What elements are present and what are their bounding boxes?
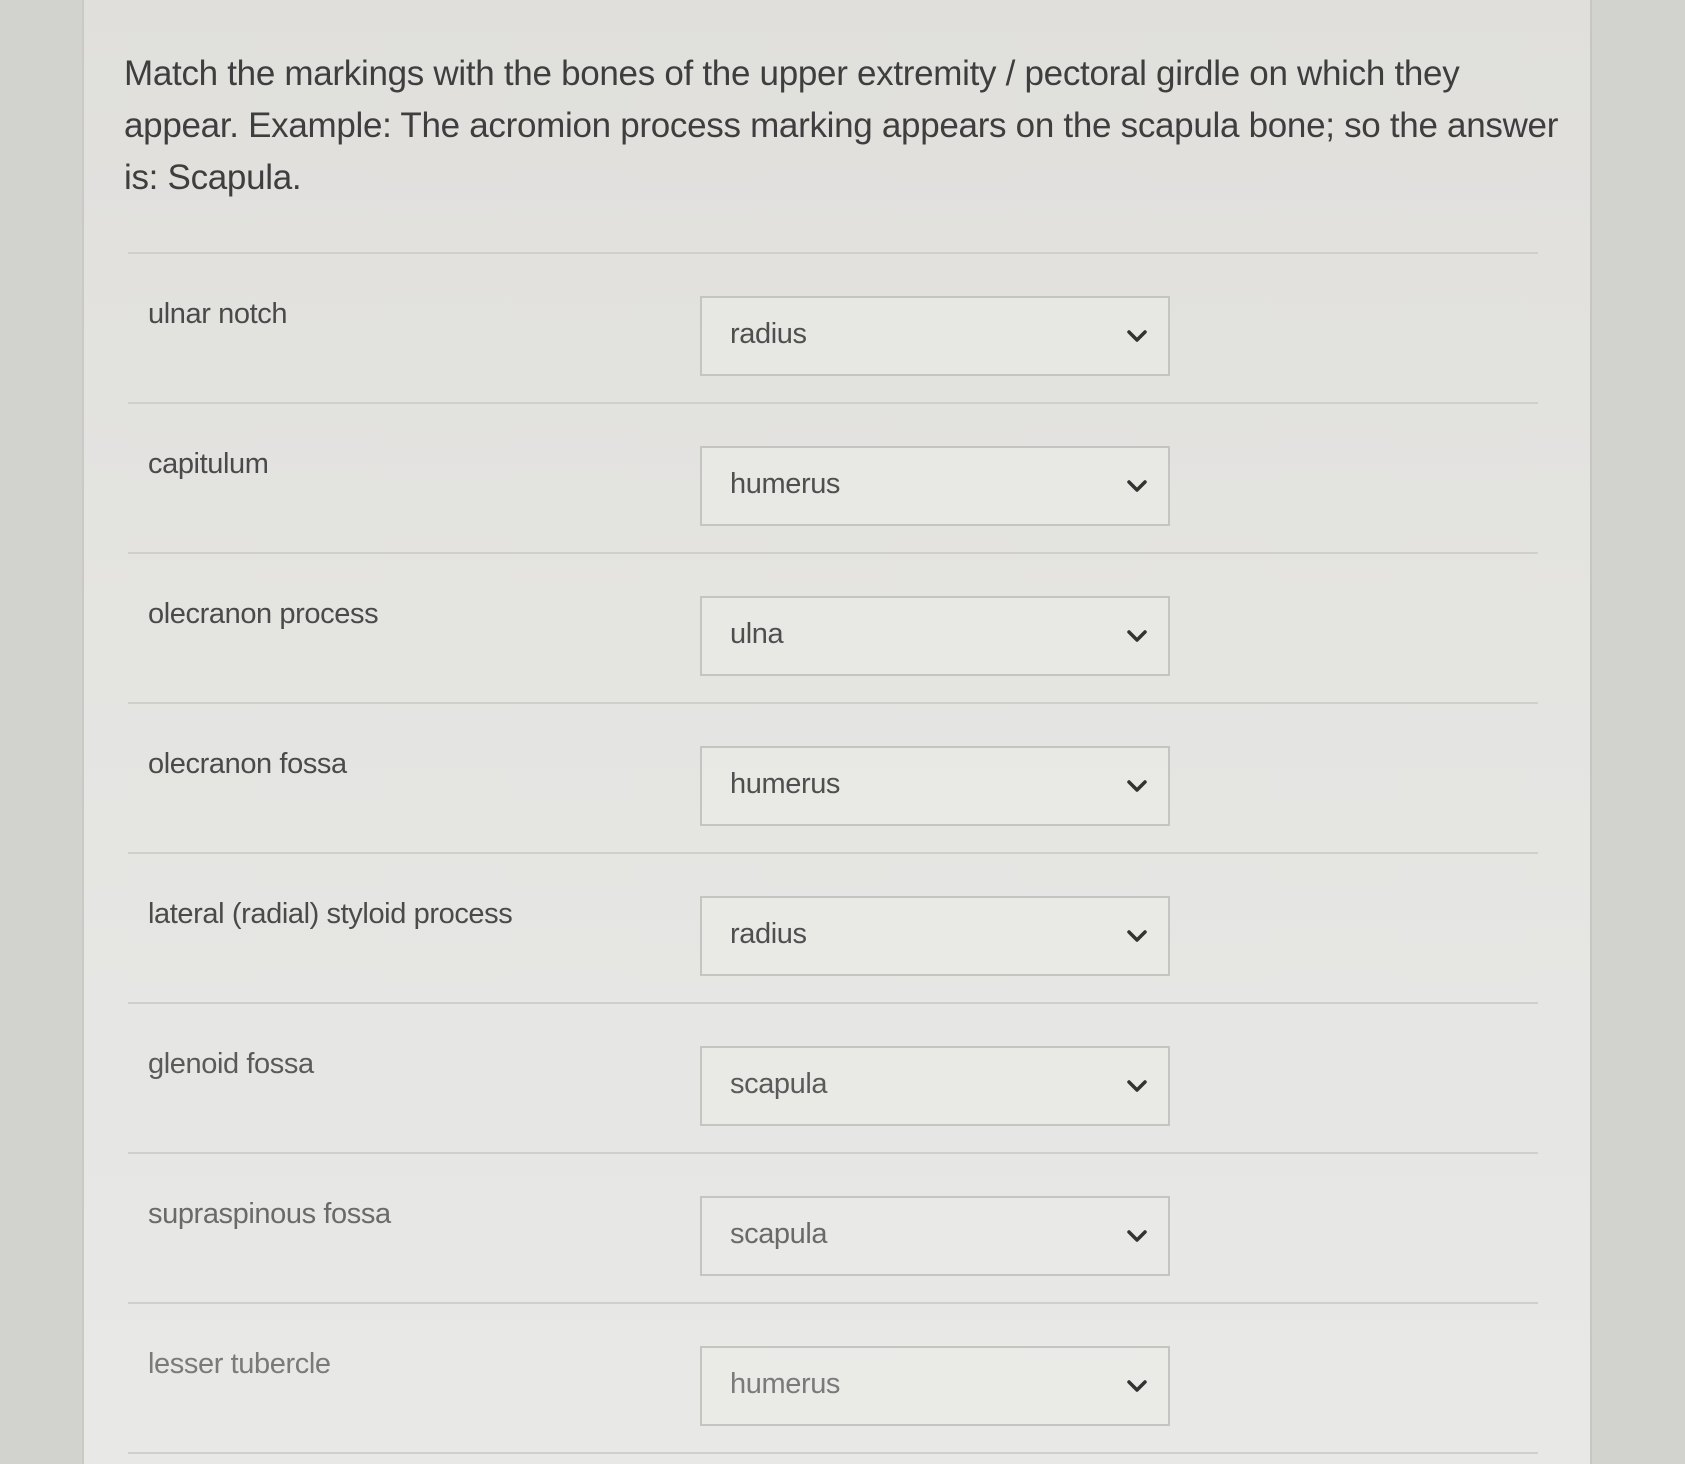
question-panel: Match the markings with the bones of the… <box>82 0 1592 1464</box>
selected-value: radius <box>730 318 807 350</box>
chevron-down-icon <box>1126 478 1148 494</box>
selected-value: humerus <box>730 468 841 500</box>
bone-select[interactable]: radius <box>700 896 1170 976</box>
marking-term: supraspinous fossa <box>148 1198 391 1230</box>
marking-term: olecranon process <box>148 598 379 630</box>
match-row: olecranon fossa humerus <box>128 704 1538 854</box>
match-row: supraspinous fossa scapula <box>128 1154 1538 1304</box>
bone-select[interactable]: scapula <box>700 1196 1170 1276</box>
marking-term: lesser tubercle <box>148 1348 331 1380</box>
marking-term: ulnar notch <box>148 298 288 330</box>
selected-value: ulna <box>730 618 784 650</box>
marking-term: capitulum <box>148 448 269 480</box>
marking-term: olecranon fossa <box>148 748 347 780</box>
bone-select[interactable]: radius <box>700 296 1170 376</box>
selected-value: humerus <box>730 768 841 800</box>
chevron-down-icon <box>1126 628 1148 644</box>
bone-select[interactable]: ulna <box>700 596 1170 676</box>
marking-term: lateral (radial) styloid process <box>148 898 513 930</box>
match-row: lateral (radial) styloid process radius <box>128 854 1538 1004</box>
match-row: capitulum humerus <box>128 404 1538 554</box>
match-row: lesser tubercle humerus <box>128 1304 1538 1454</box>
bone-select[interactable]: humerus <box>700 746 1170 826</box>
selected-value: scapula <box>730 1068 828 1100</box>
chevron-down-icon <box>1126 778 1148 794</box>
bone-select[interactable]: scapula <box>700 1046 1170 1126</box>
selected-value: humerus <box>730 1368 841 1400</box>
match-row: olecranon process ulna <box>128 554 1538 704</box>
bone-select[interactable]: humerus <box>700 1346 1170 1426</box>
chevron-down-icon <box>1126 1378 1148 1394</box>
selected-value: radius <box>730 918 807 950</box>
selected-value: scapula <box>730 1218 828 1250</box>
chevron-down-icon <box>1126 1078 1148 1094</box>
chevron-down-icon <box>1126 1228 1148 1244</box>
chevron-down-icon <box>1126 928 1148 944</box>
match-row: glenoid fossa scapula <box>128 1004 1538 1154</box>
chevron-down-icon <box>1126 328 1148 344</box>
matching-list: ulnar notch radius capitulum humerus ole… <box>128 254 1538 1454</box>
match-row: ulnar notch radius <box>128 254 1538 404</box>
marking-term: glenoid fossa <box>148 1048 314 1080</box>
question-text: Match the markings with the bones of the… <box>124 54 1559 197</box>
bone-select[interactable]: humerus <box>700 446 1170 526</box>
